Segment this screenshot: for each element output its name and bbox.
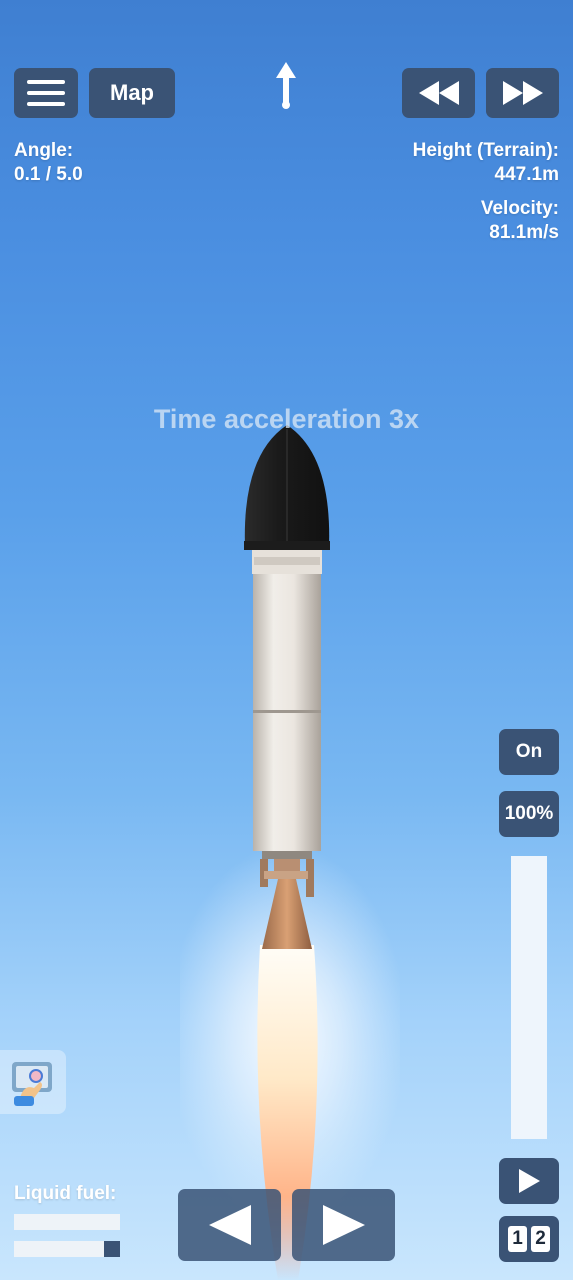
map-button-label: Map	[110, 80, 154, 105]
throttle-slider[interactable]	[511, 856, 547, 1139]
velocity-label: Velocity:	[480, 198, 559, 219]
throttle-toggle-button[interactable]: On	[499, 729, 559, 775]
height-label: Height (Terrain):	[412, 140, 559, 161]
rewind-icon	[418, 81, 459, 105]
menu-button[interactable]	[14, 68, 78, 118]
rotate-left-button[interactable]	[178, 1189, 281, 1261]
stage-button[interactable]	[499, 1158, 559, 1204]
throttle-toggle-label: On	[515, 741, 543, 762]
rotate-right-button[interactable]	[292, 1189, 395, 1261]
height-readout: Height (Terrain): 447.1m	[413, 139, 559, 187]
hamburger-icon	[27, 80, 65, 106]
stage-selector[interactable]: 1 2	[499, 1216, 559, 1262]
fuel-bar-1	[14, 1214, 120, 1230]
fuel-bar-2-fill	[104, 1241, 120, 1257]
angle-value: 0.1 / 5.0	[14, 164, 83, 185]
throttle-percent-label: 100%	[504, 803, 554, 824]
build-hand-icon	[12, 1062, 52, 1106]
fast-forward-icon	[502, 81, 543, 105]
up-arrow-icon	[272, 60, 300, 110]
angle-label: Angle:	[14, 140, 74, 161]
velocity-readout: Velocity: 81.1m/s	[481, 197, 559, 245]
left-triangle-icon	[208, 1205, 251, 1245]
map-button[interactable]: Map	[89, 68, 175, 118]
angle-readout: Angle: 0.1 / 5.0	[14, 139, 83, 187]
height-value: 447.1m	[494, 164, 559, 185]
time-faster-button[interactable]	[486, 68, 559, 118]
right-triangle-icon	[322, 1205, 365, 1245]
stage-digit-2: 2	[531, 1226, 550, 1252]
fuel-bar-2	[14, 1241, 120, 1257]
side-widget[interactable]	[0, 1050, 66, 1114]
stage-digit-1: 1	[508, 1226, 527, 1252]
throttle-percent-button[interactable]: 100%	[499, 791, 559, 837]
throttle-slider-fill	[511, 856, 547, 1139]
liquid-fuel-label: Liquid fuel:	[14, 1183, 117, 1204]
play-icon	[519, 1169, 540, 1193]
rocket	[180, 425, 400, 1280]
time-slower-button[interactable]	[402, 68, 475, 118]
time-acceleration-notice: Time acceleration 3x	[153, 404, 420, 434]
velocity-value: 81.1m/s	[489, 222, 559, 243]
